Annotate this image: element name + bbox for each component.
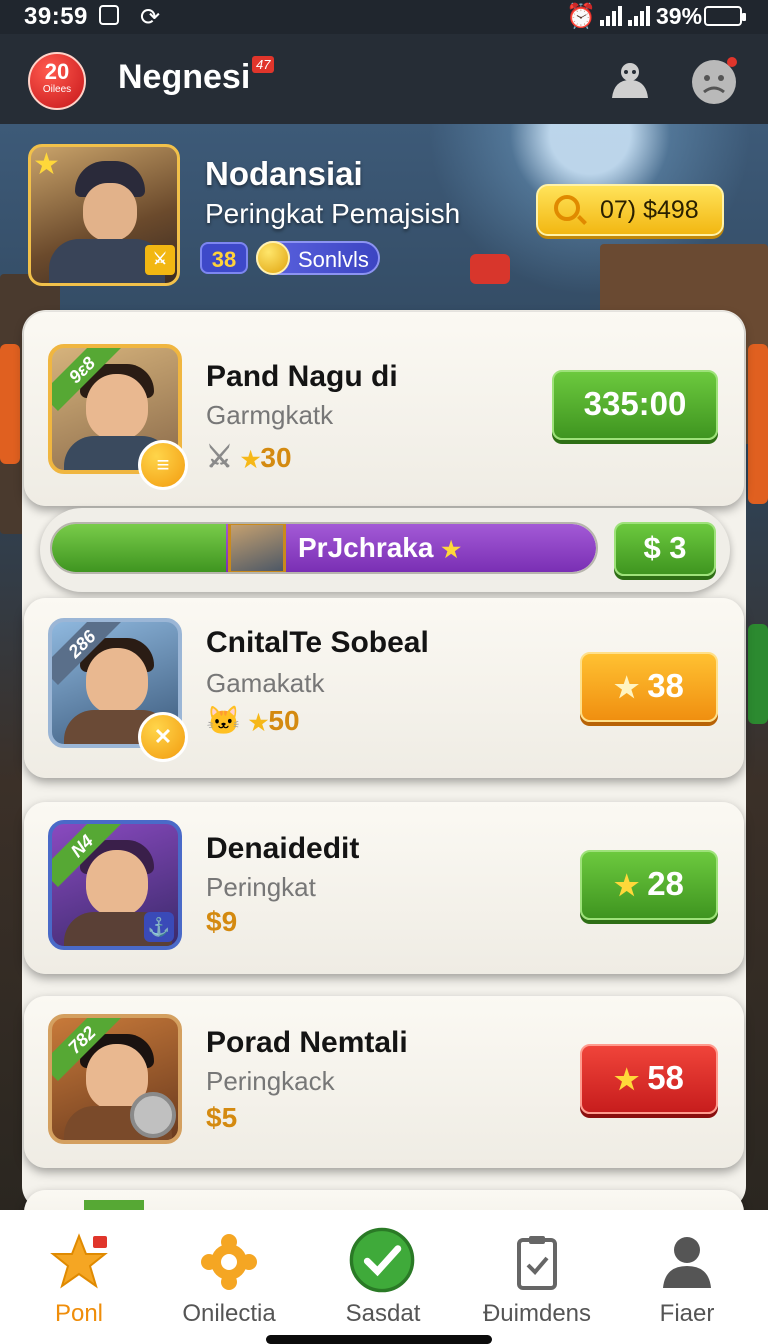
player-subtitle: Garmgkatk <box>206 400 334 430</box>
player-stat: $9 <box>206 906 238 937</box>
app-header: 20 Oilees Negnesi 47 <box>0 34 768 124</box>
star-icon: ★ <box>248 710 269 735</box>
player-stat: $5 <box>206 1102 238 1133</box>
star-icon: ★ <box>614 672 640 703</box>
battery-icon <box>704 6 746 26</box>
list-item[interactable]: 9ɛ8 ≡ Pand Nagu di Garmgkatk ⚔ ★30 335:0… <box>24 312 744 506</box>
level-chip-icon: ≡ <box>138 440 188 490</box>
player-stat: ⚔ ★30 <box>206 440 292 475</box>
clipboard-icon <box>517 1236 557 1290</box>
signal-icon <box>600 6 624 26</box>
list-item[interactable]: N4 ⚓ Denaidedit Peringkat $9 ★ 28 <box>24 802 744 974</box>
player-stat: 🐱 ★50 <box>206 704 300 737</box>
shield-icon: ⚓ <box>144 912 174 942</box>
progress-label: PrJchraka ★ <box>298 532 461 563</box>
status-time: 39:59 <box>24 3 88 30</box>
nav-item-sasdat[interactable]: Sasdat <box>308 1210 458 1344</box>
stat-value: 30 <box>260 442 292 473</box>
profile-avatar[interactable]: ★ ⚔ <box>28 144 180 286</box>
nav-label: Đuimdens <box>482 1300 592 1327</box>
player-name: Pand Nagu di <box>206 360 398 393</box>
sword-badge-icon: ⚔ <box>145 245 175 275</box>
score-button[interactable]: ★ 38 <box>580 652 718 722</box>
friends-icon[interactable] <box>606 56 654 104</box>
score-button-label: 58 <box>647 1059 684 1096</box>
person-icon <box>663 1237 711 1288</box>
nav-label: Ponl <box>54 1300 104 1327</box>
list-item[interactable]: 286 ✕ CnitalTe Sobeal Gamakatk 🐱 ★50 ★ 38 <box>24 598 744 778</box>
progress-row: PrJchraka ★ $ 3 <box>40 508 730 592</box>
coin-icon <box>256 241 290 275</box>
check-circle-icon <box>349 1227 415 1293</box>
search-icon <box>554 195 580 221</box>
coin-label-pill[interactable]: Sonlvls <box>256 241 380 275</box>
player-name: Porad Nemtali <box>206 1026 408 1059</box>
signal-icon-2 <box>628 6 652 26</box>
star-icon: ★ <box>33 148 60 181</box>
player-subtitle: Peringkat <box>206 872 316 902</box>
score-button[interactable]: ★ 28 <box>580 850 718 920</box>
progress-fill <box>52 524 226 572</box>
profile-menu-icon[interactable] <box>688 54 740 106</box>
balance-value: 07) $498 <box>600 196 699 224</box>
gear-badge-icon <box>130 1092 176 1138</box>
player-avatar: 782 <box>48 1014 182 1144</box>
list-item[interactable]: 782 Porad Nemtali Peringkack $5 ★ 58 <box>24 996 744 1168</box>
cat-icon: 🐱 <box>206 705 241 736</box>
nav-item-onilectia[interactable]: Onilectia <box>154 1210 304 1344</box>
player-name: CnitalTe Sobeal <box>206 626 429 659</box>
battery-percent: 39% <box>656 3 703 29</box>
nav-item-ponl[interactable]: Ponl <box>4 1210 154 1344</box>
notification-badge[interactable]: 20 Oilees <box>28 52 86 110</box>
title-notif-badge: 47 <box>252 56 275 73</box>
nav-item-fiaer[interactable]: Fiaer <box>612 1210 762 1344</box>
balance-button[interactable]: 07) $498 <box>536 184 724 236</box>
player-avatar: N4 ⚓ <box>48 820 182 950</box>
profile-level: 38 <box>200 242 248 274</box>
score-button[interactable]: 335:00 <box>552 370 718 440</box>
alarm-icon: ⏰ <box>566 3 596 30</box>
gear-icon <box>201 1234 257 1290</box>
star-icon: ★ <box>240 447 261 472</box>
progress-avatar <box>228 524 286 572</box>
reward-button-label: $ 3 <box>643 530 687 565</box>
bottom-nav: Ponl Onilectia Sasdat Đuimdens Fiaer <box>0 1210 768 1344</box>
player-subtitle: Gamakatk <box>206 668 325 698</box>
status-bar: 39:59 ⟳ ⏰ 39% <box>0 0 768 34</box>
player-subtitle: Peringkack <box>206 1066 335 1096</box>
score-button-label: 335:00 <box>583 385 687 422</box>
star-icon <box>50 1233 108 1289</box>
nav-item-duimdens[interactable]: Đuimdens <box>462 1210 612 1344</box>
reward-button[interactable]: $ 3 <box>614 522 716 576</box>
home-indicator <box>266 1335 492 1344</box>
player-name: Denaidedit <box>206 832 360 865</box>
nav-label: Sasdat <box>345 1300 421 1327</box>
nav-label: Onilectia <box>182 1300 276 1327</box>
star-icon: ★ <box>614 870 640 901</box>
screenshot-icon <box>99 5 119 25</box>
progress-bar: PrJchraka ★ <box>50 522 598 574</box>
level-chip-icon: ✕ <box>138 712 188 762</box>
badge-count: 20 <box>44 59 70 84</box>
sync-icon: ⟳ <box>140 4 161 31</box>
score-button-label: 38 <box>647 667 684 704</box>
profile-name: Nodansiai <box>205 155 363 192</box>
coin-label: Sonlvls <box>298 247 369 272</box>
stat-value: 50 <box>268 705 300 736</box>
profile-rank-label: Peringkat Pemajsish <box>205 198 461 229</box>
nav-label: Fiaer <box>659 1300 715 1327</box>
star-icon: ★ <box>614 1064 640 1095</box>
score-button[interactable]: ★ 58 <box>580 1044 718 1114</box>
score-button-label: 28 <box>647 865 684 902</box>
app-title: Negnesi <box>118 58 251 96</box>
badge-sub: Oilees <box>42 84 72 95</box>
crossed-swords-icon: ⚔ <box>206 441 233 474</box>
